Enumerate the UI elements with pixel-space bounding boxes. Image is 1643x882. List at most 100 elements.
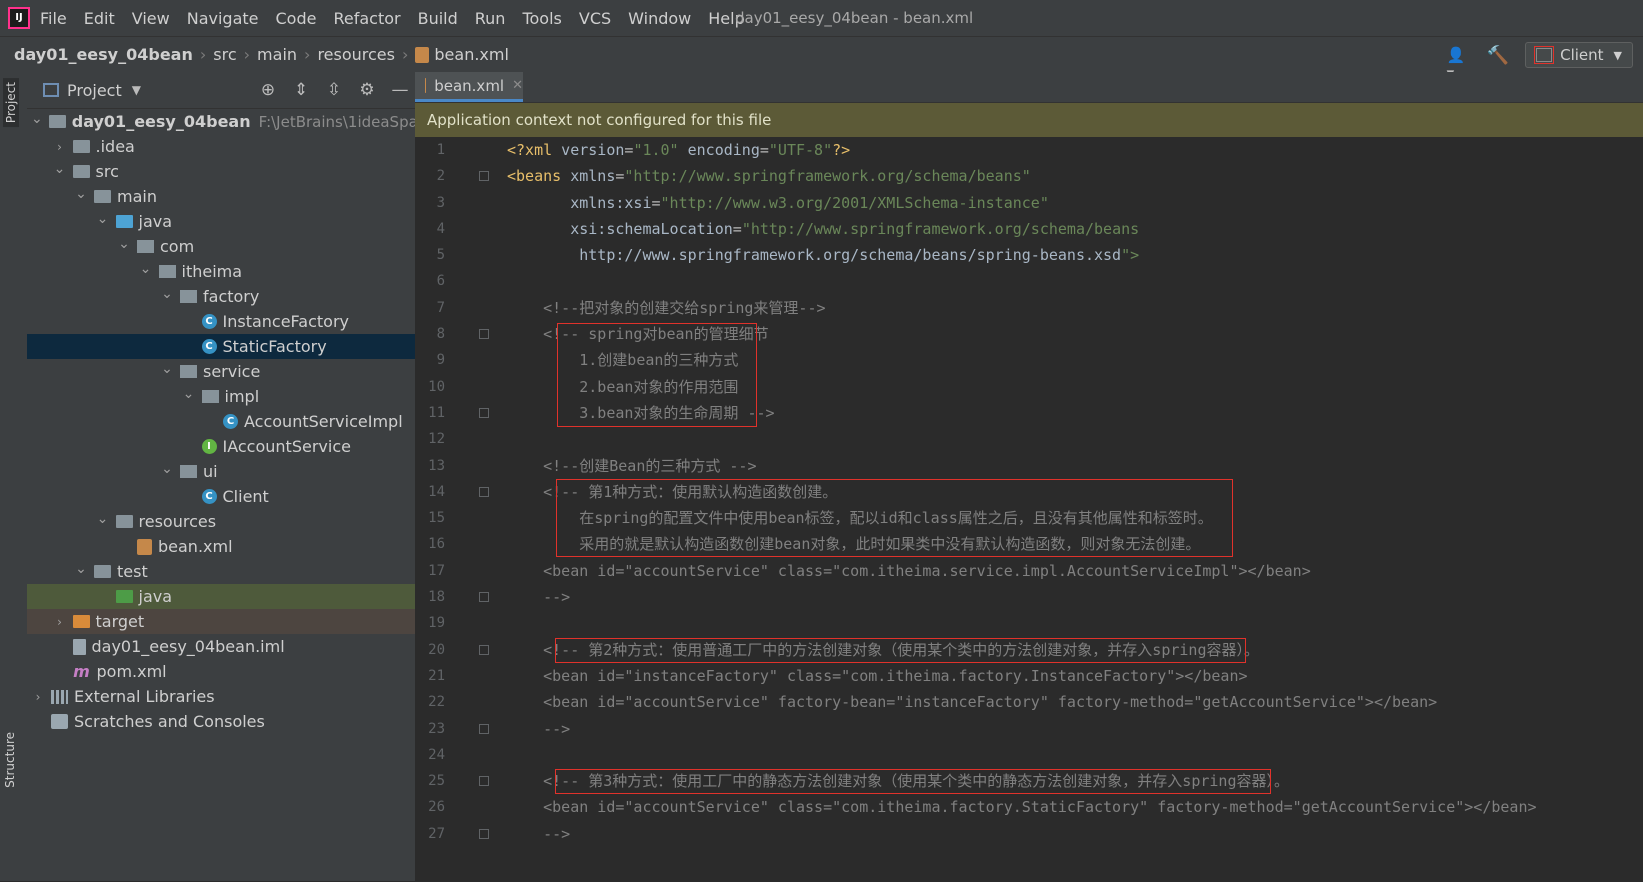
fold-marker-icon[interactable]: [479, 171, 489, 182]
line-number: 18: [428, 589, 445, 606]
project-view-select[interactable]: Project: [67, 81, 122, 100]
chevron-down-icon[interactable]: ⌄: [74, 187, 88, 201]
tree-item[interactable]: ⌄ src: [27, 159, 415, 184]
menu-item-build[interactable]: Build: [418, 9, 458, 28]
tree-item[interactable]: ⌄ day01_eesy_04bean F:\JetBrains\1ideaSpac…: [27, 109, 440, 134]
interface-icon: I: [201, 439, 217, 454]
chevron-right-icon[interactable]: ›: [31, 690, 45, 704]
chevron-down-icon[interactable]: ⌄: [160, 362, 174, 376]
tree-item[interactable]: ›CInstanceFactory: [27, 309, 415, 334]
chevron-down-icon[interactable]: ⌄: [160, 287, 174, 301]
tree-item[interactable]: ›CStaticFactory: [27, 334, 415, 359]
chevron-down-icon[interactable]: ⌄: [53, 162, 67, 176]
intellij-logo-icon[interactable]: IJ: [8, 7, 30, 29]
tree-item[interactable]: ⌄ resources: [27, 509, 415, 534]
chevron-down-icon[interactable]: ▼: [132, 83, 141, 97]
tree-item[interactable]: ⌄ factory: [27, 284, 415, 309]
fold-marker-icon[interactable]: [479, 592, 489, 603]
tree-item[interactable]: ⌄ java: [27, 209, 415, 234]
tree-item-label: External Libraries: [74, 687, 215, 706]
menu-item-navigate[interactable]: Navigate: [187, 9, 259, 28]
menu-item-code[interactable]: Code: [276, 9, 317, 28]
tree-item[interactable]: ›mpom.xml: [27, 659, 415, 684]
chevron-right-icon[interactable]: ›: [53, 615, 67, 629]
project-panel-header: Project ▼ ⊕ ⇕ ⇳ ⚙ —: [27, 72, 415, 109]
close-icon[interactable]: ✕: [512, 78, 523, 93]
locate-icon[interactable]: ⊕: [259, 80, 277, 100]
tree-item-label: bean.xml: [158, 537, 233, 556]
user-icon[interactable]: 👤▾: [1447, 46, 1471, 82]
breadcrumb-src[interactable]: src: [213, 45, 236, 64]
chevron-down-icon[interactable]: ⌄: [96, 212, 110, 226]
tree-item[interactable]: ›Scratches and Consoles: [27, 709, 415, 734]
code-editor[interactable]: 1 2 3 4 5 6 7 8 9 10 11 12 13 14 15 16 17 18 19 20 21 22 23 24 2…: [415, 137, 1643, 882]
chevron-down-icon[interactable]: ⌄: [96, 512, 110, 526]
tree-item[interactable]: ⌄ ui: [27, 459, 415, 484]
tree-item[interactable]: ⌄ impl: [27, 384, 415, 409]
fold-marker-icon[interactable]: [479, 723, 489, 734]
tree-item-label: .idea: [95, 137, 135, 156]
menu-item-file[interactable]: File: [40, 9, 67, 28]
breadcrumb-resources[interactable]: resources: [317, 45, 395, 64]
line-gutter: 1 2 3 4 5 6 7 8 9 10 11 12 13 14 15 16 17 18 19 20 21 22 23 24 2…: [415, 137, 489, 847]
menu-item-edit[interactable]: Edit: [84, 9, 115, 28]
menu-item-refactor[interactable]: Refactor: [333, 9, 400, 28]
tree-item[interactable]: ›CAccountServiceImpl: [27, 409, 415, 434]
package-icon: [180, 465, 197, 478]
run-configuration-select[interactable]: Client ▼: [1525, 42, 1633, 68]
run-configuration-label: Client: [1560, 46, 1604, 64]
chevron-down-icon: ▼: [1613, 48, 1622, 62]
tree-item[interactable]: ›day01_eesy_04bean.iml: [27, 634, 415, 659]
structure-tool-tab[interactable]: Structure: [3, 732, 17, 788]
tree-item[interactable]: ⌄ test: [27, 559, 415, 584]
line-number: 15: [428, 510, 445, 527]
left-tool-strip: Project Structure: [0, 72, 28, 881]
tree-item[interactable]: › target: [27, 609, 415, 634]
class-icon: C: [201, 314, 217, 329]
fold-marker-icon[interactable]: [479, 486, 489, 497]
build-hammer-icon[interactable]: 🔨: [1487, 45, 1509, 66]
tree-item[interactable]: ›IIAccountService: [27, 434, 415, 459]
code-line: -->: [507, 824, 571, 843]
fold-marker-icon[interactable]: [479, 329, 489, 340]
chevron-down-icon[interactable]: ⌄: [160, 462, 174, 476]
tree-item[interactable]: ›CClient: [27, 484, 415, 509]
fold-marker-icon[interactable]: [479, 828, 489, 839]
gear-icon[interactable]: ⚙: [358, 80, 376, 100]
expand-all-icon[interactable]: ⇕: [292, 80, 310, 100]
chevron-down-icon[interactable]: ⌄: [182, 387, 196, 401]
chevron-right-icon[interactable]: ›: [53, 140, 67, 154]
hide-icon[interactable]: —: [391, 80, 409, 100]
tab-bean-xml[interactable]: bean.xml ✕: [415, 72, 523, 102]
tree-item[interactable]: ⌄ main: [27, 184, 415, 209]
breadcrumb-file[interactable]: bean.xml: [434, 45, 509, 64]
project-tool-tab[interactable]: Project: [3, 78, 19, 128]
fold-marker-icon[interactable]: [479, 644, 489, 655]
menu-item-tools[interactable]: Tools: [522, 9, 561, 28]
class-icon: C: [223, 414, 238, 429]
tree-item[interactable]: ›java: [27, 584, 415, 609]
chevron-down-icon[interactable]: ⌄: [117, 237, 131, 251]
tree-item[interactable]: ⌄ com: [27, 234, 415, 259]
fold-marker-icon[interactable]: [479, 776, 489, 787]
tree-item[interactable]: › .idea: [27, 134, 415, 159]
breadcrumb-project[interactable]: day01_eesy_04bean: [14, 45, 193, 64]
menu-item-view[interactable]: View: [132, 9, 170, 28]
collapse-all-icon[interactable]: ⇳: [325, 80, 343, 100]
tree-item[interactable]: ⌄ service: [27, 359, 415, 384]
line-number: 1: [436, 142, 445, 158]
chevron-down-icon[interactable]: ⌄: [74, 562, 88, 576]
tree-item[interactable]: ⌄ itheima: [27, 259, 415, 284]
menu-item-run[interactable]: Run: [475, 9, 506, 28]
menu-item-window[interactable]: Window: [628, 9, 691, 28]
navigation-bar: day01_eesy_04bean › src › main › resourc…: [0, 36, 1643, 82]
tree-item[interactable]: ›bean.xml: [27, 534, 415, 559]
chevron-down-icon[interactable]: ⌄: [31, 112, 43, 126]
menu-item-vcs[interactable]: VCS: [579, 9, 611, 28]
breadcrumb-main[interactable]: main: [257, 45, 297, 64]
tree-item[interactable]: › External Libraries: [27, 684, 415, 709]
chevron-down-icon[interactable]: ⌄: [139, 262, 153, 276]
breadcrumb-separator-icon: ›: [243, 45, 251, 64]
fold-marker-icon[interactable]: [479, 408, 489, 418]
